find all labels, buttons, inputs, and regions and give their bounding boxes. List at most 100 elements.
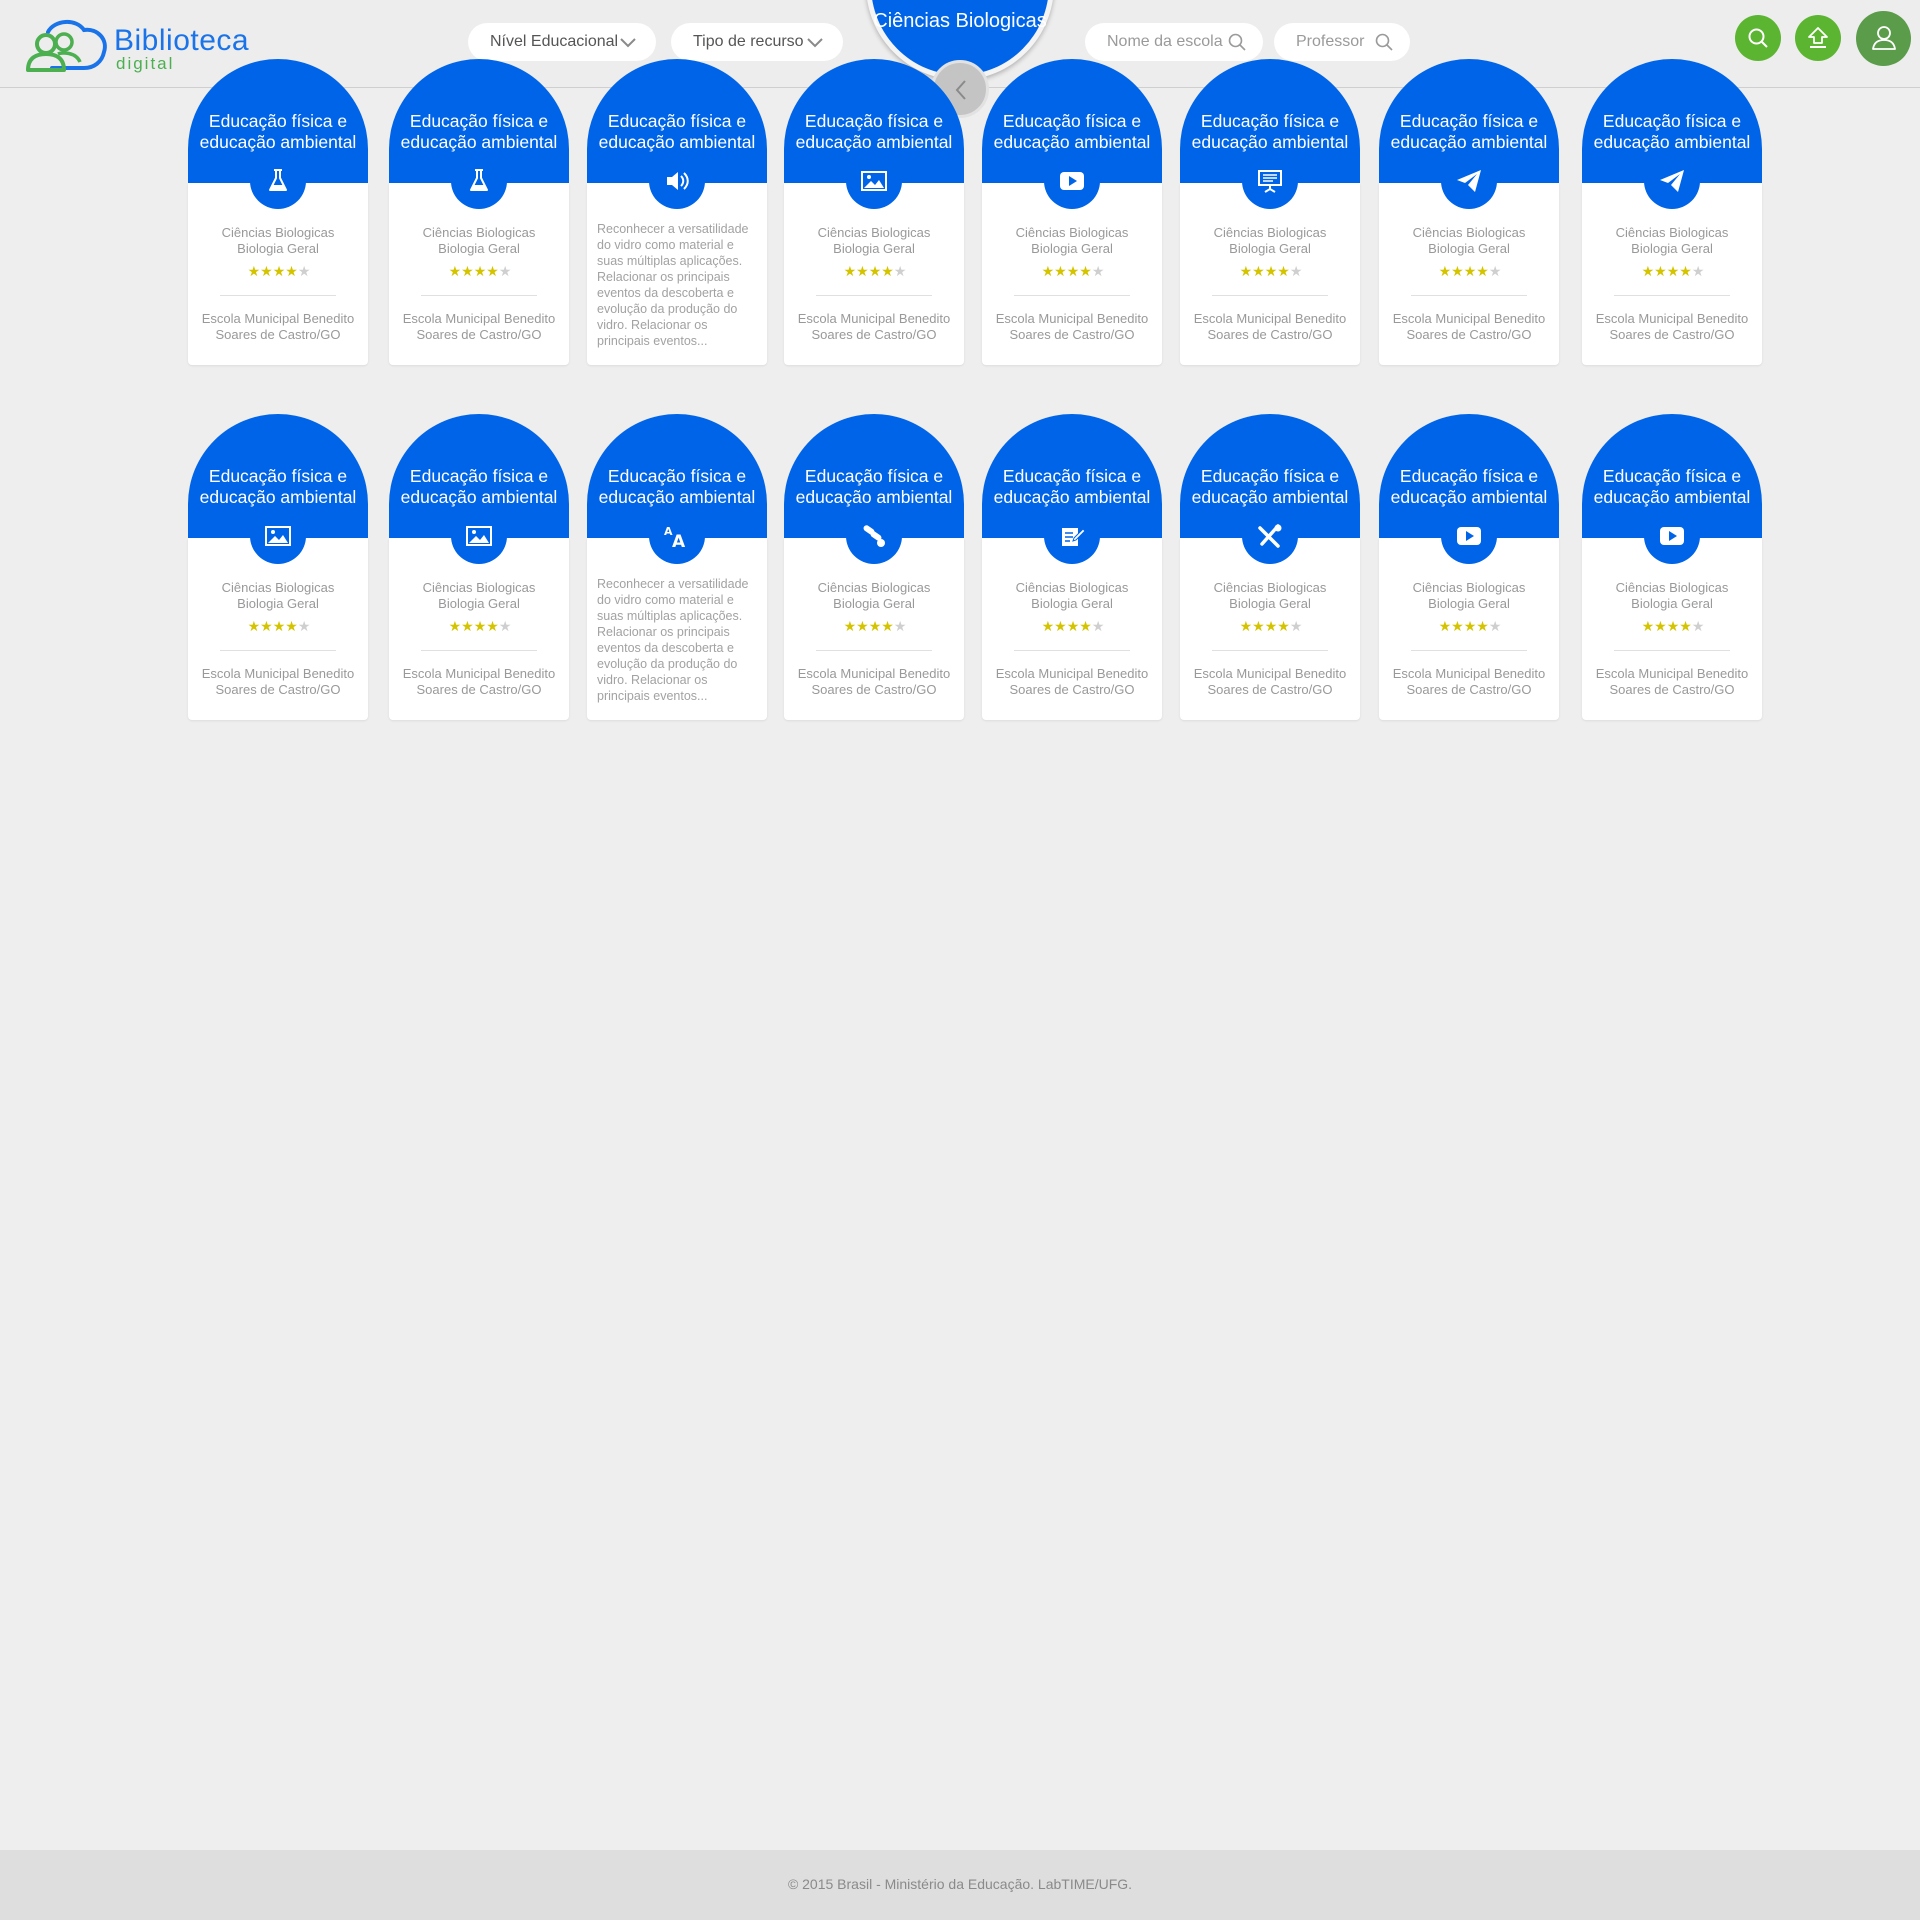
resource-card[interactable]: Educação física e educação ambiental Ciên… (1379, 414, 1559, 720)
star-icon: ★ (881, 618, 894, 634)
video-icon (1660, 527, 1684, 545)
divider (1614, 295, 1730, 296)
audio-icon (667, 172, 689, 190)
text-icon: AA (664, 525, 686, 550)
star-icon: ★ (1079, 618, 1092, 634)
teacher-search-placeholder: Professor (1296, 33, 1365, 50)
school-search-input[interactable]: Nome da escola (1085, 23, 1263, 61)
logo-title: Biblioteca (114, 24, 250, 57)
card-topic: Biologia Geral (1631, 241, 1713, 256)
footer-copyright: © 2015 Brasil - Ministério da Educação. … (787, 1876, 1133, 1892)
star-icon: ★ (1679, 263, 1692, 279)
upload-button[interactable] (1795, 15, 1841, 61)
chevron-down-icon (807, 38, 823, 48)
resource-card[interactable]: Educação física e educação ambiental Ciên… (1180, 59, 1360, 365)
resource-card[interactable]: Educação física e educação ambiental Reco… (587, 59, 767, 365)
resource-type-dropdown[interactable]: Tipo de recurso (671, 23, 843, 61)
card-school: Escola Municipal Benedito Soares de Cast… (1193, 666, 1347, 697)
resource-card[interactable]: Educação física e educação ambiental Ciên… (982, 59, 1162, 365)
resource-type-badge (846, 153, 902, 209)
star-icon: ★ (1488, 618, 1502, 634)
card-school: Escola Municipal Benedito Soares de Cast… (402, 311, 556, 342)
card-title: Educação física e educação ambiental (400, 111, 558, 152)
star-icon: ★ (448, 263, 462, 279)
card-topic: Biologia Geral (1031, 596, 1113, 611)
resource-card[interactable]: Educação física e educação ambiental Ciên… (389, 414, 569, 720)
star-icon: ★ (297, 263, 311, 279)
star-icon: ★ (1451, 618, 1464, 634)
star-icon: ★ (893, 618, 907, 634)
resource-card[interactable]: Educação física e educação ambiental Ciên… (1582, 414, 1762, 720)
star-icon: ★ (1054, 263, 1067, 279)
education-level-dropdown[interactable]: Nível Educacional (468, 23, 656, 61)
card-topic: Biologia Geral (237, 596, 319, 611)
star-icon: ★ (1091, 618, 1105, 634)
flask-icon (470, 169, 488, 191)
star-icon: ★ (843, 263, 857, 279)
card-topic: Biologia Geral (833, 596, 915, 611)
star-icon: ★ (448, 618, 462, 634)
divider (1411, 295, 1527, 296)
card-school: Escola Municipal Benedito Soares de Cast… (1392, 666, 1546, 697)
resource-card[interactable]: Educação física e educação ambiental Ciên… (1180, 414, 1360, 720)
card-school: Escola Municipal Benedito Soares de Cast… (201, 311, 355, 342)
card-school: Escola Municipal Benedito Soares de Cast… (995, 311, 1149, 342)
resource-card[interactable]: Educação física e educação ambiental Ciên… (1379, 59, 1559, 365)
star-icon: ★ (1691, 263, 1705, 279)
card-topic: Biologia Geral (1428, 596, 1510, 611)
card-school: Escola Municipal Benedito Soares de Cast… (1595, 311, 1749, 342)
search-icon (1375, 33, 1393, 51)
star-icon: ★ (1239, 618, 1253, 634)
search-button[interactable] (1735, 15, 1781, 61)
divider (421, 650, 537, 651)
card-subject: Ciências Biologicas Biologia Geral (389, 580, 569, 612)
card-topic: Biologia Geral (833, 241, 915, 256)
star-icon: ★ (1079, 263, 1092, 279)
star-icon: ★ (260, 263, 273, 279)
card-subject-name: Ciências Biologicas (1015, 580, 1129, 595)
resource-card[interactable]: Educação física e educação ambiental Ciên… (982, 414, 1162, 720)
card-subject-name: Ciências Biologicas (817, 225, 931, 240)
star-icon: ★ (260, 618, 273, 634)
card-school: Escola Municipal Benedito Soares de Cast… (797, 666, 951, 697)
resource-card[interactable]: Educação física e educação ambiental Ciên… (188, 414, 368, 720)
card-title: Educação física e educação ambiental (1191, 111, 1349, 152)
card-subject-name: Ciências Biologicas (817, 580, 931, 595)
resource-card[interactable]: Educação física e educação ambiental Ciên… (389, 59, 569, 365)
star-icon: ★ (498, 618, 512, 634)
card-school: Escola Municipal Benedito Soares de Cast… (1193, 311, 1347, 342)
resource-card[interactable]: Educação física e educação ambiental Ciên… (188, 59, 368, 365)
resource-card[interactable]: Educação física e educação ambiental Ciên… (784, 59, 964, 365)
logo-subtitle: digital (116, 54, 175, 73)
star-icon: ★ (461, 618, 474, 634)
star-rating: ★★★★★ (1637, 264, 1709, 278)
star-icon: ★ (1066, 618, 1080, 634)
star-icon: ★ (1289, 263, 1303, 279)
card-title: Educação física e educação ambiental (598, 111, 756, 152)
star-icon: ★ (1041, 263, 1055, 279)
teacher-search-input[interactable]: Professor (1274, 23, 1410, 61)
card-subject-name: Ciências Biologicas (422, 225, 536, 240)
cloud-users-icon (26, 20, 107, 72)
card-title: Educação física e educação ambiental (199, 466, 357, 507)
card-title: Educação física e educação ambiental (993, 111, 1151, 152)
star-icon: ★ (473, 263, 487, 279)
card-subject: Ciências Biologicas Biologia Geral (1379, 225, 1559, 257)
star-icon: ★ (1264, 618, 1278, 634)
image-icon (265, 526, 291, 546)
card-title: Educação física e educação ambiental (400, 466, 558, 507)
resource-card[interactable]: Educação física e educação ambiental Ciên… (1582, 59, 1762, 365)
card-topic: Biologia Geral (438, 596, 520, 611)
presentation-icon (1258, 170, 1282, 193)
resource-card[interactable]: Educação física e educação ambiental A A Re… (587, 414, 767, 720)
star-icon: ★ (247, 618, 261, 634)
search-icon (1748, 28, 1768, 48)
card-description: Reconhecer a versatilidade do vidro como… (597, 222, 749, 348)
user-profile-button[interactable] (1856, 11, 1911, 66)
star-icon: ★ (1476, 618, 1489, 634)
card-title: Educação física e educação ambiental (1593, 111, 1751, 152)
resource-card[interactable]: Educação física e educação ambiental Ciên… (784, 414, 964, 720)
card-subject: Ciências Biologicas Biologia Geral (389, 225, 569, 257)
card-title: Educação física e educação ambiental (993, 466, 1151, 507)
card-title: Educação física e educação ambiental (795, 111, 953, 152)
